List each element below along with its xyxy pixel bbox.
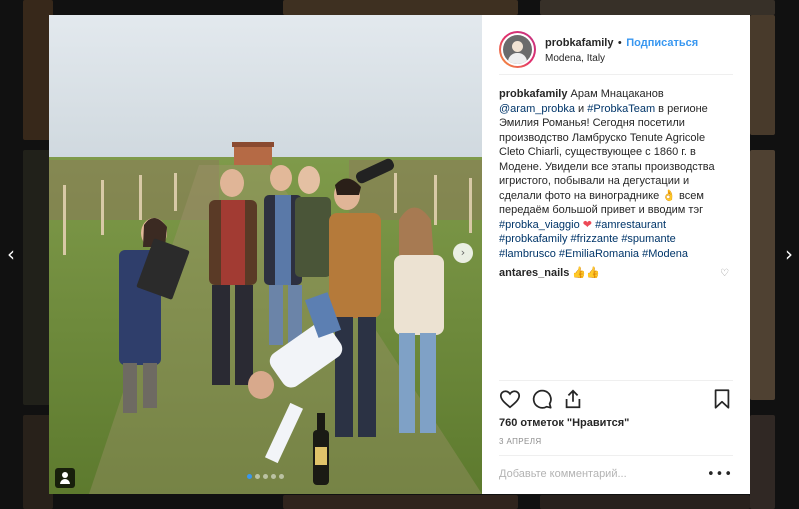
carousel-dot (247, 474, 252, 479)
tag-people-icon[interactable] (55, 468, 75, 488)
next-post-arrow[interactable]: › (779, 243, 799, 265)
share-icon[interactable] (562, 388, 584, 410)
hashtag-link[interactable]: #Modena (642, 248, 688, 260)
caption-text: и (574, 102, 588, 115)
hashtag-link[interactable]: #amrestaurant (595, 219, 666, 231)
caption-text: Арам Мнацаканов (567, 88, 664, 100)
post-date[interactable]: 3 АПРЕЛЯ (499, 437, 542, 446)
avatar[interactable] (499, 31, 536, 68)
hashtag-link[interactable]: #probkafamily (499, 233, 567, 245)
hashtag-link[interactable]: #lambrusco (499, 248, 556, 260)
hashtag-link[interactable]: #spumante (621, 233, 675, 245)
comment: antares_nails 👍👍 ♡ (499, 266, 731, 281)
carousel-dot (255, 474, 260, 479)
previous-post-arrow[interactable]: ‹ (1, 243, 21, 265)
hashtag-link[interactable]: #ProbkaTeam (587, 103, 655, 115)
carousel-dot (279, 474, 284, 479)
add-comment-bar: ••• (499, 455, 733, 492)
hashtag-link[interactable]: #EmiliaRomania (559, 248, 639, 260)
author-username[interactable]: probkafamily (545, 37, 613, 49)
comment-username[interactable]: antares_nails (499, 267, 569, 279)
likes-count[interactable]: 760 отметок "Нравится" (499, 417, 629, 429)
caption-username[interactable]: probkafamily (499, 88, 567, 100)
carousel-dot (263, 474, 268, 479)
heart-emoji: ❤ (582, 218, 593, 231)
comments-section: probkafamily Арам Мнацаканов @aram_probk… (499, 87, 731, 281)
post-header: probkafamily • Подписаться Modena, Italy (499, 27, 733, 75)
follow-button[interactable]: Подписаться (626, 37, 698, 49)
more-options-icon[interactable]: ••• (707, 467, 733, 482)
carousel-dot (271, 474, 276, 479)
vineyard-group-photo (49, 15, 482, 494)
carousel-indicator (49, 474, 482, 479)
caption-text: в регионе Эмилия Романья! Сегодня посети… (499, 102, 715, 217)
post-modal: › probkafamily • Подписаться Modena, Ita… (49, 15, 750, 494)
actions-bar: 760 отметок "Нравится" 3 АПРЕЛЯ (499, 380, 733, 446)
mention-link[interactable]: @aram_probka (499, 103, 575, 115)
heart-icon[interactable] (499, 388, 521, 410)
comment-text: 👍👍 (569, 267, 600, 279)
bookmark-icon[interactable] (711, 388, 733, 410)
post-side-panel: probkafamily • Подписаться Modena, Italy… (482, 15, 750, 494)
comment-like-icon[interactable]: ♡ (720, 267, 729, 282)
hashtag-link[interactable]: #probka_viaggio (499, 219, 580, 231)
comment-input[interactable] (499, 468, 707, 480)
post-photo[interactable]: › (49, 15, 482, 494)
header-separator: • (617, 36, 622, 49)
caption: probkafamily Арам Мнацаканов @aram_probk… (499, 87, 731, 261)
carousel-next-button[interactable]: › (453, 243, 473, 263)
comment-icon[interactable] (531, 388, 553, 410)
post-location[interactable]: Modena, Italy (545, 51, 698, 66)
hashtag-link[interactable]: #frizzante (571, 233, 619, 245)
